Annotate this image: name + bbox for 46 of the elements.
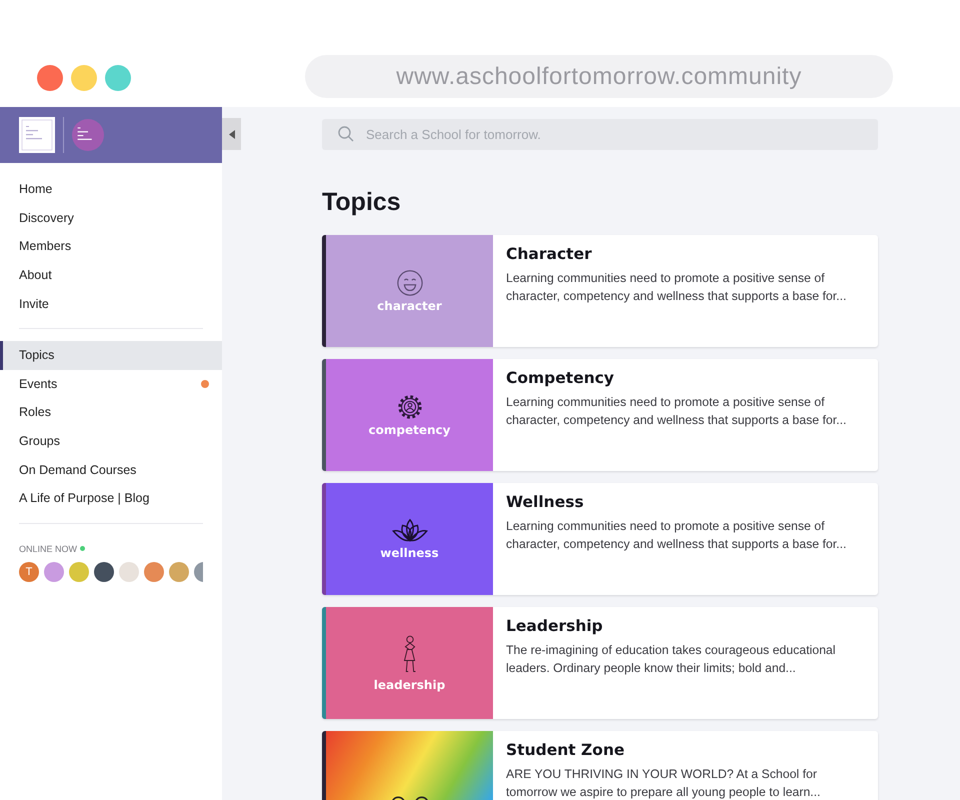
topic-description: ARE YOU THRIVING IN YOUR WORLD? At a School for tomorrow we aspire to prepare all young people to learn... — [506, 766, 822, 800]
topic-label: character — [377, 299, 442, 313]
topic-title: Competency — [506, 369, 616, 387]
topic-description: Learning communities need to promote a positive sense of character, competency and wellness that supports a base for... — [506, 394, 848, 428]
topic-card[interactable]: wellness Wellness Learning communities need to promote a positive sense of character, competency and wellness that supports a base for... — [322, 483, 878, 595]
nav-item[interactable]: A Life of Purpose | Blog — [0, 484, 222, 513]
nav-item[interactable]: Topics — [0, 340, 222, 370]
topic-card[interactable]: Student Zone ARE YOU THRIVING IN YOUR WORLD? At a School for tomorrow we aspire to prepare all young people to learn... — [322, 731, 878, 800]
search-field[interactable]: Search a School for tomorrow. — [322, 119, 878, 150]
collapse-button[interactable] — [222, 118, 241, 150]
topic-title: Wellness — [506, 493, 585, 511]
online-dot — [80, 546, 86, 552]
topic-label: leadership — [374, 678, 446, 692]
nav-item[interactable]: Roles — [0, 398, 222, 427]
topic-title: Leadership — [506, 617, 604, 635]
search-icon — [338, 126, 354, 142]
nav-item[interactable]: Discovery — [0, 204, 222, 232]
topic-title: Character — [506, 245, 593, 263]
smiley-icon — [396, 269, 424, 297]
logo-icon — [72, 119, 104, 151]
avatar[interactable] — [94, 562, 114, 582]
topic-card[interactable]: character Character Learning communities need to promote a positive sense of character, competency and wellness that supports a base for... — [322, 235, 878, 347]
topic-title: Student Zone — [506, 741, 626, 759]
topic-description: Learning communities need to promote a positive sense of character, competency and wellness that supports a base for... — [506, 270, 848, 304]
minimize-dot[interactable] — [71, 65, 97, 91]
topic-label: wellness — [380, 546, 439, 560]
page-title: Topics — [322, 188, 402, 217]
zoom-dot[interactable] — [105, 65, 131, 91]
nav-item[interactable]: On Demand Courses — [0, 455, 222, 484]
topic-label: competency — [368, 423, 450, 437]
nav-item[interactable]: Invite — [0, 289, 222, 318]
section-label: ONLINE NOW — [19, 544, 78, 554]
nav-item[interactable]: Groups — [0, 426, 222, 456]
gear-icon — [396, 393, 424, 421]
logo-icon[interactable] — [19, 117, 55, 153]
topic-description: The re-imagining of education takes courageous educational leaders. Ordinary people know their limits; bold and... — [506, 642, 836, 676]
close-dot[interactable] — [37, 65, 63, 91]
caret-icon — [228, 130, 234, 138]
nav-item[interactable]: Members — [0, 232, 222, 261]
topic-description: Learning communities need to promote a positive sense of character, competency and wellness that supports a base for... — [506, 518, 848, 552]
topic-card[interactable]: leadership Leadership The re-imagining of education takes courageous educational leaders. Ordinary people know their limits; bold and... — [322, 607, 878, 719]
nav-item[interactable]: About — [0, 260, 222, 290]
lotus-icon — [390, 518, 428, 544]
nav-item[interactable]: Home — [0, 175, 222, 204]
nav-item[interactable]: Events — [0, 370, 222, 398]
topic-card[interactable]: competency Competency Learning communities need to promote a positive sense of character, competency and wellness that supports a base for... — [322, 359, 878, 471]
